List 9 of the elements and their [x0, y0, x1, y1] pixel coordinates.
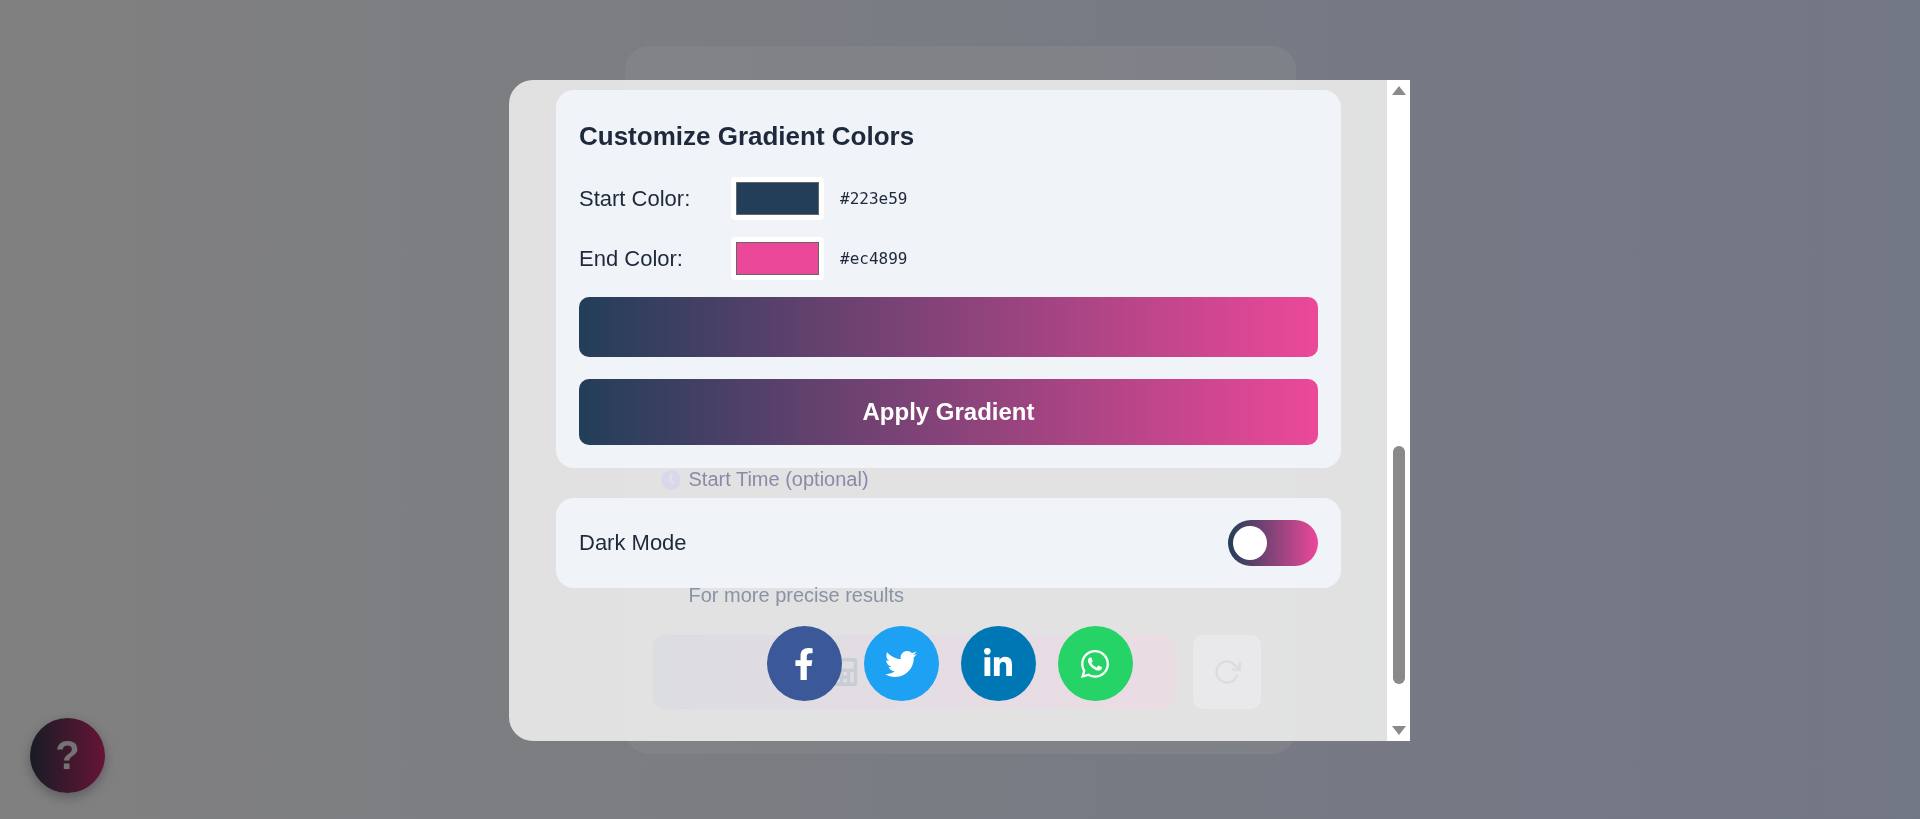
hex-value: #223e59: [840, 189, 908, 208]
color-label: End Color:: [579, 245, 684, 272]
apply-gradient-button[interactable]: Apply Gradient: [579, 379, 1318, 445]
start-time-label: Start Time (optional): [660, 468, 1268, 491]
hex-value: #ec4899: [840, 249, 908, 268]
color-label: Start Color:: [579, 185, 692, 212]
dark-mode-label: Dark Mode: [579, 530, 687, 556]
hint-text: For more precise results: [688, 584, 906, 607]
panel-title: Customize Gradient Colors: [579, 121, 916, 152]
